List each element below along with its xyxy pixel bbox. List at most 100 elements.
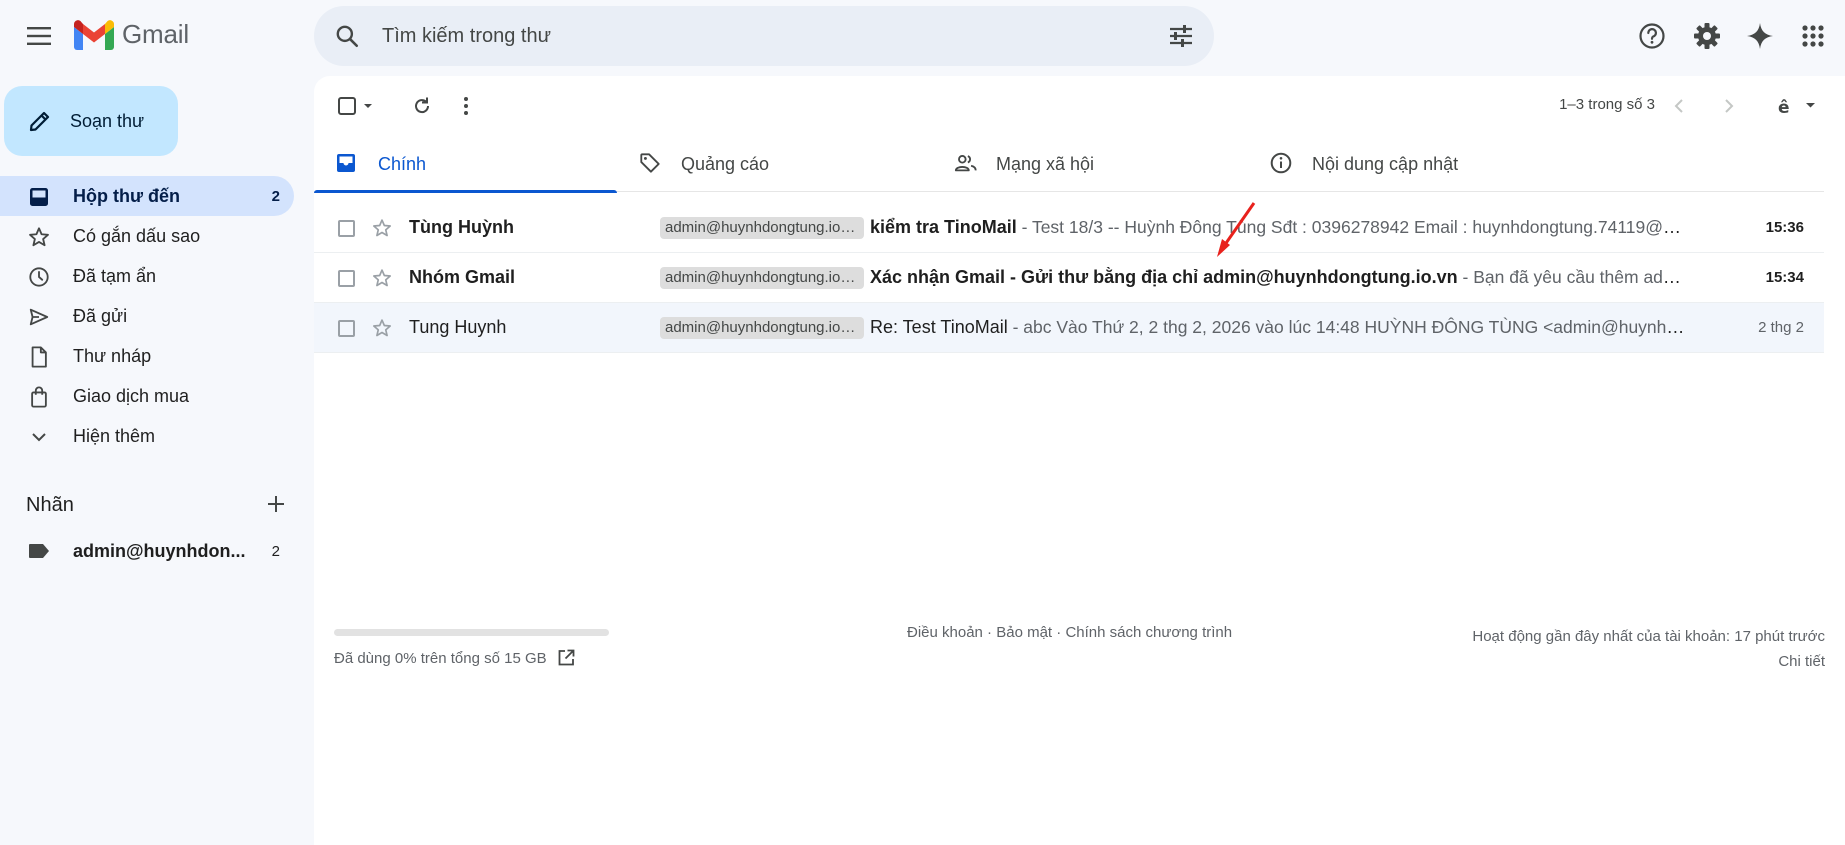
pagination-text: 1–3 trong số 3 [1559,96,1655,113]
star-toggle-icon[interactable] [372,268,392,288]
footer-links: Điều khoản · Bảo mật · Chính sách chương… [907,624,1232,641]
link-separator: · [982,624,997,641]
email-label-chip[interactable]: admin@huynhdongtung.io.vn [660,267,864,289]
sidebar-item-sent[interactable]: Đã gửi [0,296,294,336]
refresh-icon[interactable] [404,90,440,122]
tab-label: Chính [378,153,427,174]
email-preview: Xác nhận Gmail - Gửi thư bằng địa chỉ ad… [870,267,1690,288]
star-toggle-icon[interactable] [372,318,392,338]
svg-text:ê: ê [1778,98,1790,117]
draft-icon [28,346,50,368]
label-count: 2 [271,542,280,560]
sidebar-item-purchases[interactable]: Giao dịch mua [0,376,294,416]
email-row[interactable]: Nhóm Gmail admin@huynhdongtung.io.vn Xác… [314,253,1824,303]
last-activity-text: Hoạt động gần đây nhất của tài khoản: 17… [1472,628,1825,645]
tab-label: Quảng cáo [681,153,770,174]
email-list: Tùng Huỳnh admin@huynhdongtung.io.vn kiể… [314,203,1824,353]
input-tools-icon[interactable]: ê [1771,90,1825,122]
search-input[interactable] [382,6,1142,66]
email-sender: Tung Huynh [409,317,507,337]
search-icon[interactable] [334,23,360,49]
email-snippet: - abc Vào Thứ 2, 2 thg 2, 2026 vào lúc 1… [1012,317,1690,337]
email-time: 15:36 [1765,219,1804,236]
star-toggle-icon[interactable] [372,218,392,238]
external-link-icon[interactable] [557,649,575,667]
email-sender: Tùng Huỳnh [409,217,514,237]
storage-usage: Đã dùng 0% trên tổng số 15 GB [334,649,575,667]
clock-icon [28,266,50,288]
tab-primary[interactable]: Chính [314,136,617,193]
email-preview: kiểm tra TinoMail - Test 18/3 -- Huỳnh Đ… [870,217,1690,238]
main-menu-button[interactable] [18,18,60,54]
sidebar-item-drafts[interactable]: Thư nháp [0,336,294,376]
sidebar-item-label: Hiện thêm [73,425,156,446]
next-page-icon[interactable] [1715,90,1743,122]
send-icon [28,306,50,328]
sidebar-label-item[interactable]: admin@huynhdon... 2 [0,531,294,571]
details-link[interactable]: Chi tiết [1472,649,1825,674]
sidebar-item-more[interactable]: Hiện thêm [0,416,294,456]
email-label-chip[interactable]: admin@huynhdongtung.io.vn [660,217,864,239]
sidebar-item-label: Thư nháp [73,345,152,366]
active-tab-indicator [314,190,617,193]
email-time: 15:34 [1765,269,1804,286]
inbox-icon [336,152,356,174]
sidebar-item-label: Đã tạm ẩn [73,265,157,286]
sidebar-item-starred[interactable]: Có gắn dấu sao [0,216,294,256]
gemini-sparkle-icon[interactable] [1742,18,1778,54]
pencil-icon [28,109,52,133]
sidebar-item-inbox[interactable]: Hộp thư đến 2 [0,176,294,216]
annotation-arrow-icon [1217,202,1256,257]
storage-usage-bar [334,629,609,636]
email-row[interactable]: Tùng Huỳnh admin@huynhdongtung.io.vn kiể… [314,203,1824,253]
add-label-plus-icon[interactable] [266,494,286,514]
terms-link[interactable]: Điều khoản [907,624,983,641]
settings-gear-icon[interactable] [1689,18,1725,54]
email-subject: Re: Test TinoMail [870,317,1008,337]
storage-text: Đã dùng 0% trên tổng số 15 GB [334,649,547,667]
more-options-icon[interactable] [452,90,480,122]
apps-grid-icon[interactable] [1795,18,1831,54]
info-icon [1270,152,1292,174]
row-checkbox[interactable] [338,320,355,337]
app-name: Gmail [122,19,189,49]
sidebar-nav: Hộp thư đến 2 Có gắn dấu sao Đã tạm ẩn Đ… [0,176,294,456]
row-checkbox[interactable] [338,270,355,287]
shopping-bag-icon [28,386,50,408]
tab-social[interactable]: Mạng xã hội [932,136,1235,192]
email-subject: kiểm tra TinoMail [870,217,1017,237]
sidebar-item-snoozed[interactable]: Đã tạm ẩn [0,256,294,296]
gmail-logo[interactable]: Gmail [74,19,189,50]
program-policies-link[interactable]: Chính sách chương trình [1065,624,1232,641]
search-bar[interactable] [314,6,1214,66]
email-label-chip[interactable]: admin@huynhdongtung.io.vn [660,317,864,339]
compose-label: Soạn thư [70,110,145,131]
privacy-link[interactable]: Bảo mật [996,624,1052,641]
labels-title: Nhãn [26,493,74,516]
search-options-icon[interactable] [1168,24,1194,48]
people-icon [954,152,978,174]
email-snippet: - Bạn đã yêu cầu thêm admin@huynhdongtun… [1462,267,1691,287]
list-toolbar: 1–3 trong số 3 ê [314,76,1845,136]
unread-count: 2 [271,187,280,205]
previous-page-icon[interactable] [1665,90,1693,122]
select-all-checkbox[interactable] [334,90,380,122]
sidebar-item-label: Giao dịch mua [73,385,190,406]
email-subject: Xác nhận Gmail - Gửi thư bằng địa chỉ ad… [870,267,1458,287]
tab-updates[interactable]: Nội dung cập nhật [1248,136,1551,192]
label-name: admin@huynhdon... [73,540,246,561]
inbox-icon [28,186,50,208]
help-icon[interactable] [1634,18,1670,54]
label-tag-icon [28,543,50,559]
email-row[interactable]: Tung Huynh admin@huynhdongtung.io.vn Re:… [314,303,1824,353]
star-icon [28,226,50,248]
email-preview: Re: Test TinoMail - abc Vào Thứ 2, 2 thg… [870,317,1690,338]
top-bar: Gmail [0,0,1845,72]
link-separator: · [1052,624,1066,641]
row-checkbox[interactable] [338,220,355,237]
tab-label: Nội dung cập nhật [1312,153,1459,174]
gmail-m-icon [74,19,114,50]
compose-button[interactable]: Soạn thư [4,86,178,156]
email-time: 2 thg 2 [1758,319,1804,336]
tab-promotions[interactable]: Quảng cáo [617,136,920,192]
